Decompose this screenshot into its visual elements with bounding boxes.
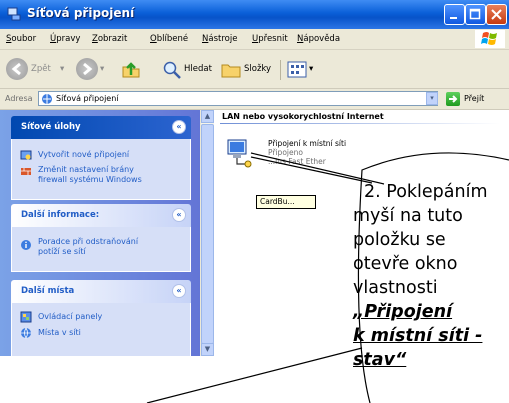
callout-bold-line-3: stav“ [353, 350, 407, 370]
callout-bold-line-1: „Připojení [353, 302, 453, 322]
pointer-line-bottom [146, 347, 363, 403]
pointer-line-lower [250, 156, 373, 184]
callout-line-3: položku se [353, 230, 446, 250]
callout-line-1: 2. Poklepáním [364, 182, 488, 202]
callout-line-2: myší na tuto [353, 206, 463, 226]
pointer-line-upper [250, 152, 385, 185]
callout-bold-line-2: k místní síti - [353, 326, 483, 346]
callout-line-4: otevře okno [353, 254, 458, 274]
callout-line-5: vlastnosti [353, 278, 438, 298]
